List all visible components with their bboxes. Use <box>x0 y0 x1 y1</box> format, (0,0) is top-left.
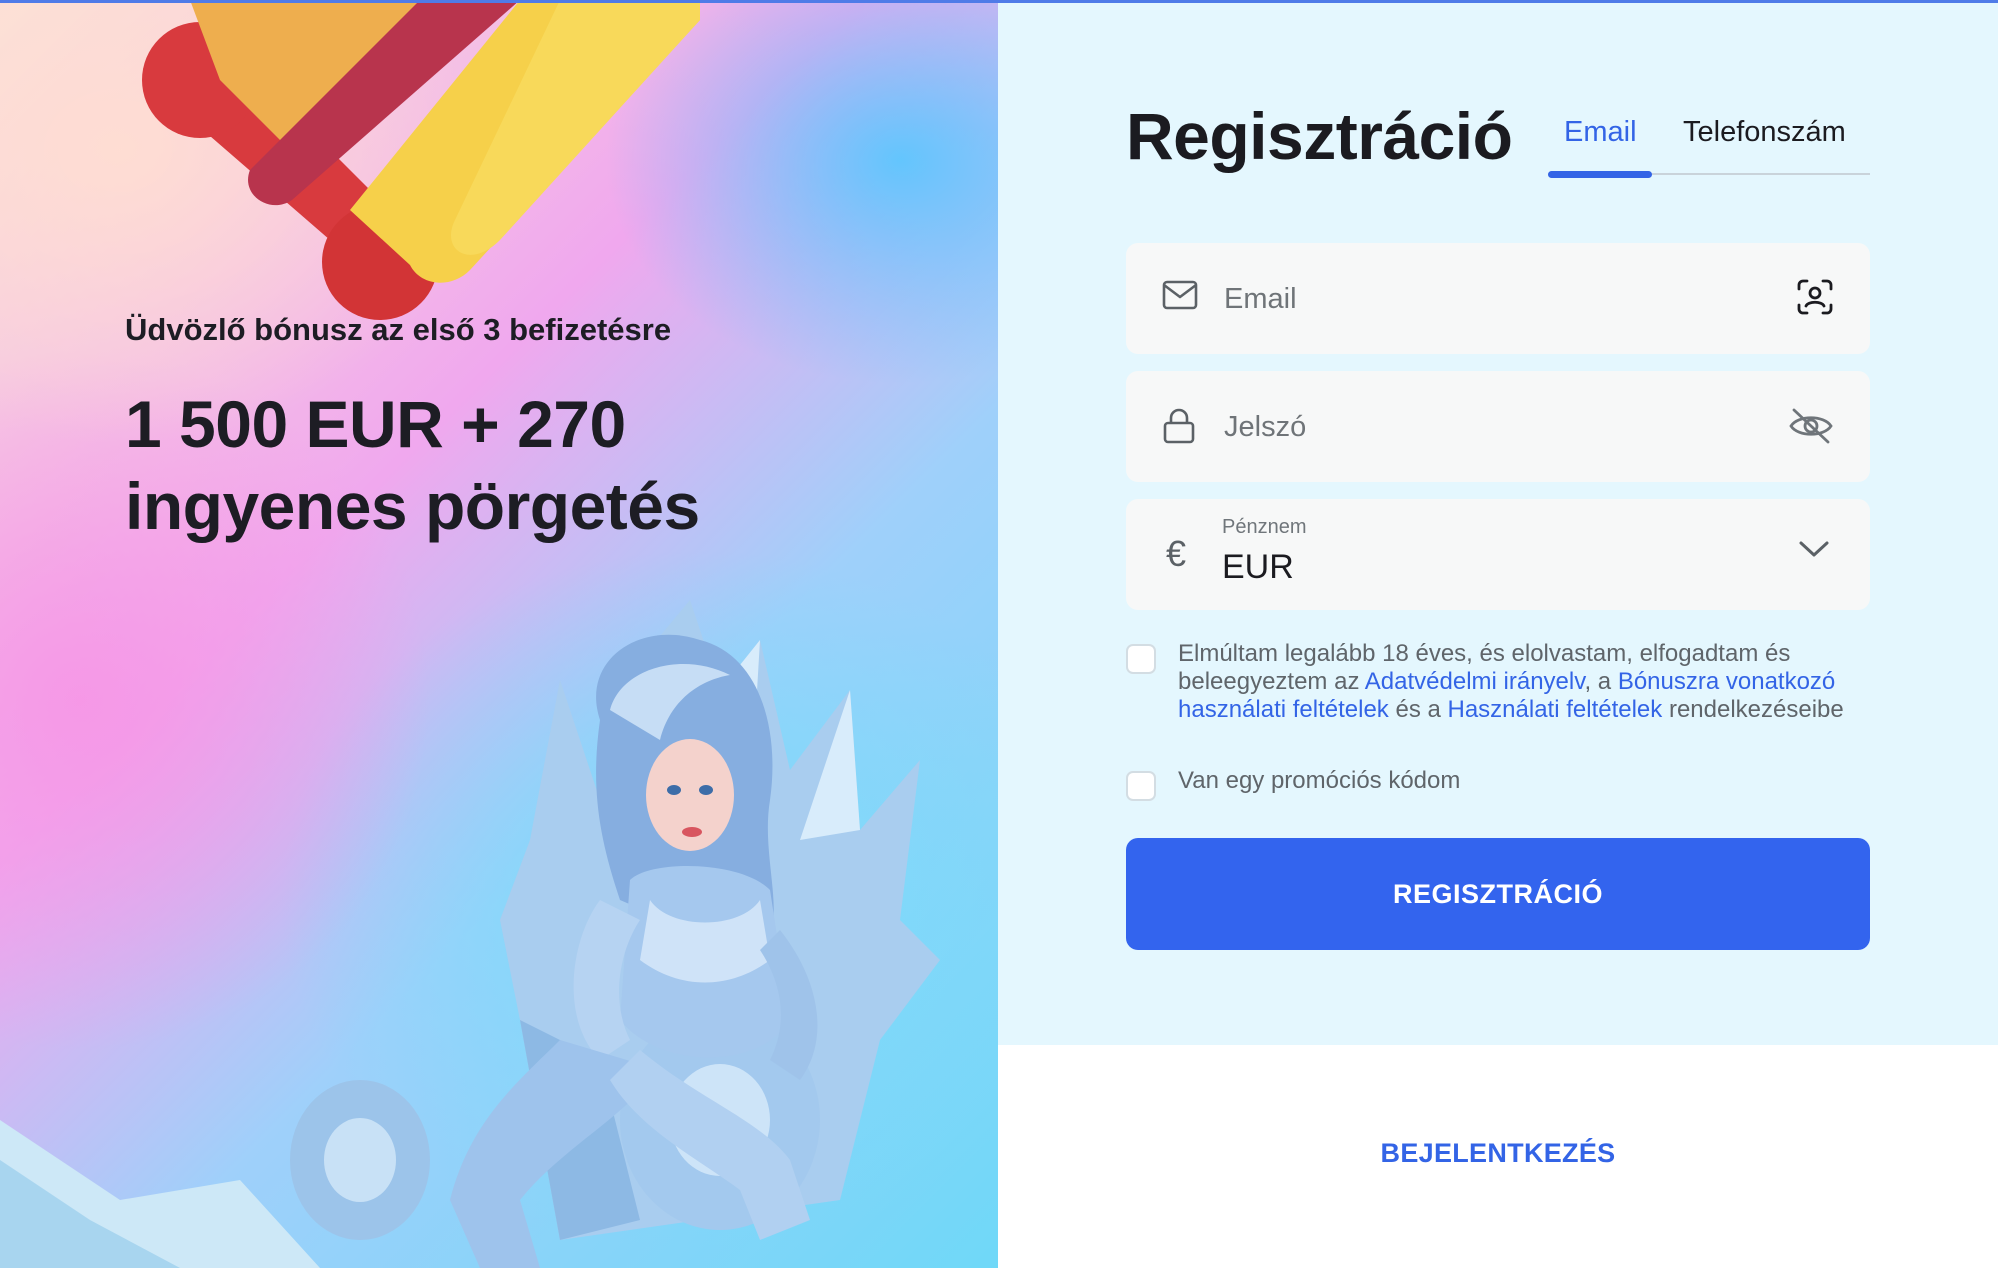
email-input[interactable] <box>1222 271 1746 327</box>
auth-method-tabs: Email Telefonszám <box>1548 112 1870 178</box>
terms-text-part: , a <box>1584 668 1618 695</box>
top-accent-line <box>0 0 1998 3</box>
mail-icon <box>1162 280 1198 315</box>
terms-of-use-link[interactable]: Használati feltételek <box>1448 696 1663 723</box>
promo-headline: 1 500 EUR + 270 ingyenes pörgetés <box>125 387 700 543</box>
ice-queen-illustration <box>0 600 940 1268</box>
terms-checkbox[interactable] <box>1126 644 1156 674</box>
privacy-policy-link[interactable]: Adatvédelmi irányelv <box>1365 668 1585 695</box>
password-input[interactable] <box>1222 399 1746 455</box>
currency-select[interactable]: € Pénznem EUR <box>1126 499 1870 610</box>
page-title: Regisztráció <box>1126 99 1513 173</box>
lock-icon <box>1162 408 1196 449</box>
eye-off-icon[interactable] <box>1788 407 1834 450</box>
register-button[interactable]: REGISZTRÁCIÓ <box>1126 838 1870 950</box>
promo-subtitle: Üdvözlő bónusz az első 3 befizetésre <box>125 312 672 347</box>
login-link[interactable]: BEJELENTKEZÉS <box>1126 1138 1870 1169</box>
currency-value: EUR <box>1222 548 1294 586</box>
promo-code-label: Van egy promóciós kódom <box>1178 767 1461 794</box>
ribbon-decoration <box>142 0 700 320</box>
promo-banner: Üdvözlő bónusz az első 3 befizetésre 1 5… <box>0 0 998 1268</box>
euro-icon: € <box>1166 533 1187 574</box>
terms-text-part: és a <box>1388 696 1448 723</box>
password-field[interactable] <box>1126 371 1870 482</box>
email-field[interactable] <box>1126 243 1870 354</box>
tab-email[interactable]: Email <box>1564 116 1637 149</box>
currency-label: Pénznem <box>1222 516 1307 538</box>
face-scan-icon[interactable] <box>1796 278 1834 321</box>
tab-phone[interactable]: Telefonszám <box>1683 116 1846 149</box>
promo-code-checkbox[interactable] <box>1126 771 1156 801</box>
active-tab-indicator <box>1548 171 1652 178</box>
chevron-down-icon[interactable] <box>1798 539 1830 564</box>
terms-text: Elmúltam legalább 18 éves, és elolvastam… <box>1178 640 1868 724</box>
terms-text-part: rendelkezéseibe <box>1662 696 1844 723</box>
